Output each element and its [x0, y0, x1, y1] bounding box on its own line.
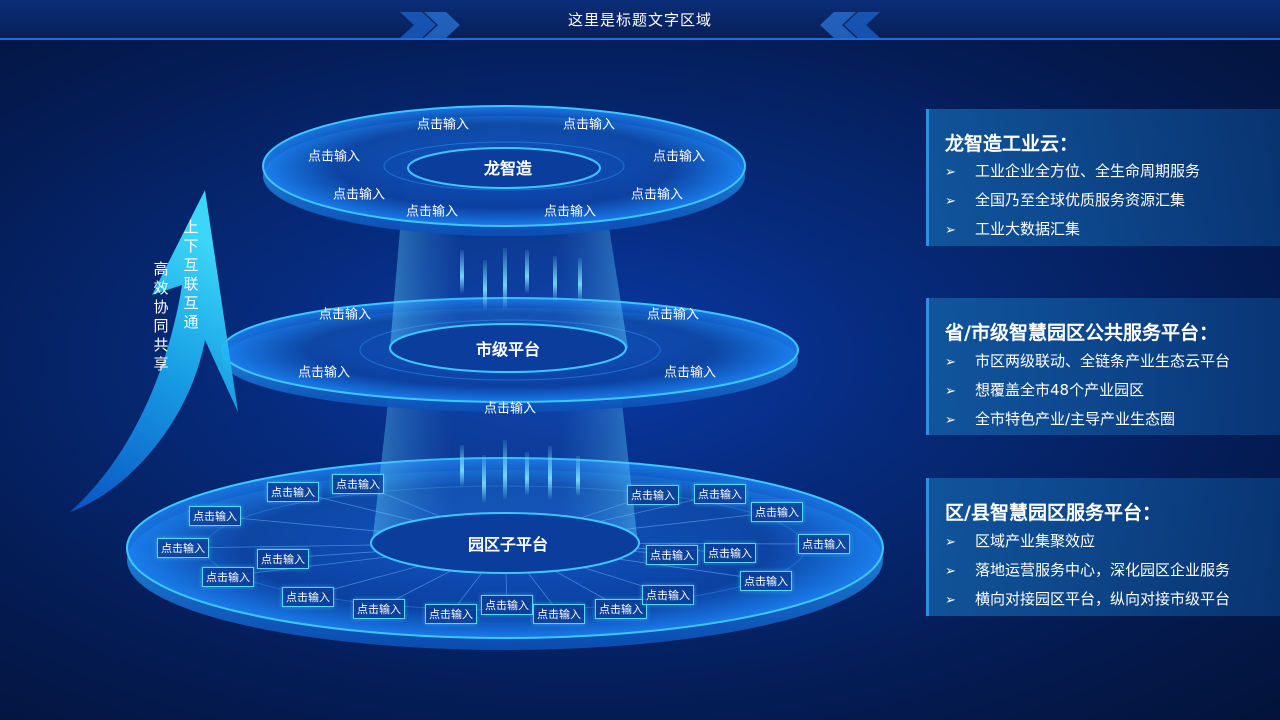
bullet-arrow-icon: ➢ — [945, 223, 956, 238]
bottom-input-box[interactable]: 点击输入 — [646, 545, 698, 565]
bottom-input-box[interactable]: 点击输入 — [282, 587, 334, 607]
bottom-input-box[interactable]: 点击输入 — [267, 482, 319, 502]
bottom-input-box[interactable]: 点击输入 — [189, 506, 241, 526]
bottom-input-box[interactable]: 点击输入 — [740, 571, 792, 591]
bullet-arrow-icon: ➢ — [945, 593, 956, 608]
layer-name-bottom: 园区子平台 — [467, 535, 549, 554]
panel-item: ➢ 想覆盖全市48个产业园区 — [945, 376, 1230, 405]
bullet-arrow-icon: ➢ — [945, 165, 956, 180]
panel-title: 龙智造工业云： — [945, 133, 1079, 155]
info-panel-city: 省/市级智慧园区公共服务平台： ➢ 市区两级联动、全链条产业生态云平台 ➢ 想覆盖全… — [926, 298, 1280, 435]
bottom-input-box[interactable]: 点击输入 — [798, 534, 850, 554]
top-label[interactable]: 点击输入 — [563, 114, 615, 133]
bullet-arrow-icon: ➢ — [945, 355, 956, 370]
top-label[interactable]: 点击输入 — [544, 201, 596, 220]
panel-title: 区/县智慧园区服务平台： — [945, 502, 1161, 524]
bottom-input-box[interactable]: 点击输入 — [481, 595, 533, 615]
bottom-input-box[interactable]: 点击输入 — [627, 485, 679, 505]
middle-label[interactable]: 点击输入 — [319, 304, 371, 323]
middle-label[interactable]: 点击输入 — [484, 398, 536, 417]
panel-item: ➢ 区域产业集聚效应 — [945, 527, 1230, 556]
bottom-input-box[interactable]: 点击输入 — [704, 543, 756, 563]
info-panel-district: 区/县智慧园区服务平台： ➢ 区域产业集聚效应 ➢ 落地运营服务中心，深化园区企业服… — [926, 478, 1280, 616]
panel-item: ➢ 全国乃至全球优质服务资源汇集 — [945, 186, 1200, 215]
top-label[interactable]: 点击输入 — [417, 114, 469, 133]
top-label[interactable]: 点击输入 — [406, 201, 458, 220]
bottom-input-box[interactable]: 点击输入 — [694, 484, 746, 504]
panel-title: 省/市级智慧园区公共服务平台： — [945, 322, 1218, 344]
layer-name-top: 龙智造 — [483, 159, 533, 178]
panel-list: ➢ 工业企业全方位、全生命周期服务 ➢ 全国乃至全球优质服务资源汇集 ➢ 工业大数据汇… — [945, 157, 1200, 244]
panel-item: ➢ 落地运营服务中心，深化园区企业服务 — [945, 556, 1230, 585]
panel-item: ➢ 工业企业全方位、全生命周期服务 — [945, 157, 1200, 186]
bottom-input-box[interactable]: 点击输入 — [642, 585, 694, 605]
panel-item: ➢ 全市特色产业/主导产业生态圈 — [945, 405, 1230, 434]
bottom-input-box[interactable]: 点击输入 — [257, 549, 309, 569]
layer-name-middle: 市级平台 — [475, 340, 541, 359]
bullet-arrow-icon: ➢ — [945, 564, 956, 579]
top-label[interactable]: 点击输入 — [308, 146, 360, 165]
bullet-arrow-icon: ➢ — [945, 535, 956, 550]
bottom-input-box[interactable]: 点击输入 — [202, 567, 254, 587]
panel-item: ➢ 横向对接园区平台，纵向对接市级平台 — [945, 585, 1230, 614]
panel-item: ➢ 工业大数据汇集 — [945, 215, 1200, 244]
arrow-text-left: 高效协同共享 — [153, 260, 169, 373]
middle-label[interactable]: 点击输入 — [647, 304, 699, 323]
bottom-input-box[interactable]: 点击输入 — [332, 474, 384, 494]
top-label[interactable]: 点击输入 — [333, 184, 385, 203]
bottom-input-box[interactable]: 点击输入 — [157, 538, 209, 558]
top-label[interactable]: 点击输入 — [631, 184, 683, 203]
middle-label[interactable]: 点击输入 — [298, 362, 350, 381]
top-label[interactable]: 点击输入 — [653, 146, 705, 165]
bullet-arrow-icon: ➢ — [945, 194, 956, 209]
bottom-input-box[interactable]: 点击输入 — [595, 599, 647, 619]
bottom-input-box[interactable]: 点击输入 — [533, 604, 585, 624]
bottom-input-box[interactable]: 点击输入 — [353, 599, 405, 619]
bottom-input-box[interactable]: 点击输入 — [751, 502, 803, 522]
panel-item: ➢ 市区两级联动、全链条产业生态云平台 — [945, 347, 1230, 376]
panel-list: ➢ 市区两级联动、全链条产业生态云平台 ➢ 想覆盖全市48个产业园区 ➢ 全市特色产业… — [945, 347, 1230, 434]
arrow-text-right: 上下互联互通 — [183, 218, 199, 331]
bullet-arrow-icon: ➢ — [945, 384, 956, 399]
bottom-input-box[interactable]: 点击输入 — [425, 604, 477, 624]
info-panel-cloud: 龙智造工业云： ➢ 工业企业全方位、全生命周期服务 ➢ 全国乃至全球优质服务资源汇集… — [926, 109, 1280, 246]
middle-label[interactable]: 点击输入 — [664, 362, 716, 381]
bullet-arrow-icon: ➢ — [945, 413, 956, 428]
panel-list: ➢ 区域产业集聚效应 ➢ 落地运营服务中心，深化园区企业服务 ➢ 横向对接园区平台，纵… — [945, 527, 1230, 614]
